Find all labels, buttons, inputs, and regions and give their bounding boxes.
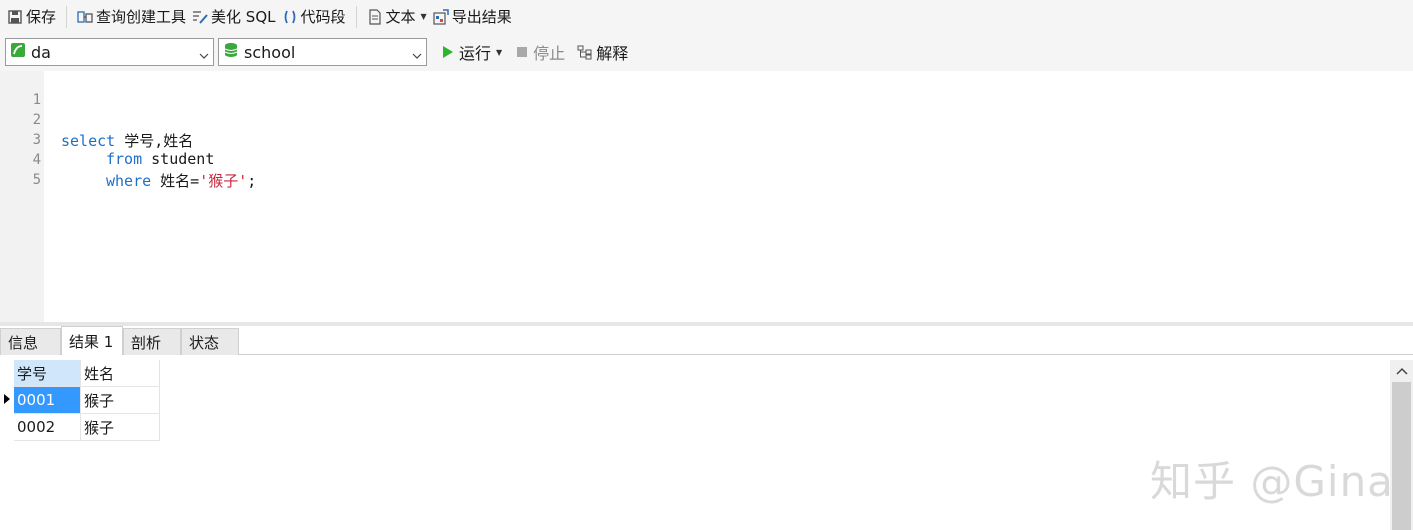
connection-select[interactable]: da [5, 38, 214, 66]
watermark: 知乎 @Gina [1150, 457, 1394, 506]
run-label: 运行 [459, 44, 492, 63]
table-cell[interactable]: 0002 [14, 414, 81, 441]
sql-text: 姓名= [151, 172, 200, 190]
query-builder-button[interactable]: 查询创建工具 [74, 4, 189, 30]
code-snippet-label: 代码段 [300, 8, 346, 26]
stop-icon [514, 44, 530, 60]
tab-label: 结果 1 [69, 332, 114, 351]
column-header-label: 学号 [17, 364, 48, 383]
code-line: 2 select 学号,姓名 [0, 94, 600, 150]
database-select[interactable]: school [218, 38, 427, 66]
beautify-sql-label: 美化 SQL [211, 8, 276, 26]
table-cell[interactable]: 猴子 [81, 414, 160, 441]
text-button[interactable]: 文本 ▼ [364, 4, 430, 30]
current-row-indicator-icon [4, 394, 10, 404]
run-controls: 运行 ▼ 停止 解释 [437, 39, 637, 65]
query-builder-icon [77, 9, 93, 25]
code-line: 3 from student [0, 114, 600, 168]
dropdown-arrow-icon[interactable]: ▼ [496, 48, 502, 57]
code-line: 5 [0, 154, 41, 188]
database-value: school [244, 42, 296, 62]
sql-string: '猴子' [199, 172, 248, 190]
code-text: where 姓名='猴子'; [106, 170, 256, 191]
scroll-up-button[interactable] [1390, 360, 1413, 382]
result-tabs: 信息 结果 1 剖析 状态 [0, 326, 1413, 355]
main-toolbar: 保存 查询创建工具 美化 SQL 代码段 文本 ▼ 导出结果 [0, 0, 1413, 33]
save-label: 保存 [26, 8, 57, 26]
cell-value: 0001 [17, 391, 56, 409]
beautify-sql-button[interactable]: 美化 SQL [189, 4, 278, 30]
export-results-label: 导出结果 [451, 8, 512, 26]
tab-status[interactable]: 状态 [181, 328, 239, 355]
query-builder-label: 查询创建工具 [96, 8, 187, 26]
code-snippet-button[interactable]: 代码段 [279, 4, 349, 30]
tab-label: 信息 [8, 333, 39, 352]
save-button[interactable]: 保存 [4, 4, 59, 30]
chevron-down-icon [412, 47, 422, 59]
sql-keyword: where [106, 172, 152, 190]
cell-value: 0002 [17, 418, 56, 436]
connection-toolbar: da school 运行 ▼ 停止 解释 [0, 33, 1413, 71]
chevron-down-icon [199, 47, 209, 59]
table-cell[interactable]: 猴子 [81, 387, 160, 414]
tab-result-1[interactable]: 结果 1 [61, 326, 123, 355]
code-line: 1 [0, 74, 41, 108]
column-header[interactable]: 姓名 [81, 360, 160, 387]
play-icon [440, 44, 456, 60]
text-label: 文本 [385, 8, 416, 26]
sql-editor[interactable]: 1 2 select 学号,姓名 3 from student 4 where … [0, 71, 1413, 322]
dropdown-arrow-icon[interactable]: ▼ [421, 12, 427, 21]
explain-icon [577, 44, 593, 60]
tab-info[interactable]: 信息 [0, 328, 61, 355]
code-snippet-icon [282, 9, 298, 25]
document-icon [367, 8, 383, 25]
cell-value: 猴子 [84, 391, 115, 410]
export-icon [433, 8, 449, 25]
database-icon [223, 42, 239, 62]
line-number: 5 [32, 172, 41, 188]
column-header[interactable]: 学号 [14, 360, 81, 387]
run-button[interactable]: 运行 ▼ [437, 39, 505, 65]
beautify-icon [192, 9, 208, 25]
connection-value: da [31, 42, 51, 62]
table-cell[interactable]: 0001 [14, 387, 81, 414]
toolbar-divider [355, 5, 357, 28]
stop-button[interactable]: 停止 [511, 39, 568, 65]
column-header-label: 姓名 [84, 364, 115, 383]
save-icon [7, 9, 23, 25]
tab-label: 剖析 [131, 333, 162, 352]
sql-text: ; [247, 172, 257, 190]
code-line: 4 where 姓名='猴子'; [0, 134, 600, 190]
export-results-button[interactable]: 导出结果 [430, 4, 515, 30]
tab-profile[interactable]: 剖析 [123, 328, 181, 355]
explain-label: 解释 [596, 44, 629, 63]
chevron-up-icon [1395, 367, 1408, 375]
cell-value: 猴子 [84, 418, 115, 437]
explain-button[interactable]: 解释 [574, 39, 631, 65]
tab-label: 状态 [189, 333, 220, 352]
connection-icon [10, 42, 26, 62]
toolbar-divider [66, 5, 68, 28]
scrollbar-thumb[interactable] [1392, 382, 1411, 530]
stop-label: 停止 [533, 44, 566, 63]
